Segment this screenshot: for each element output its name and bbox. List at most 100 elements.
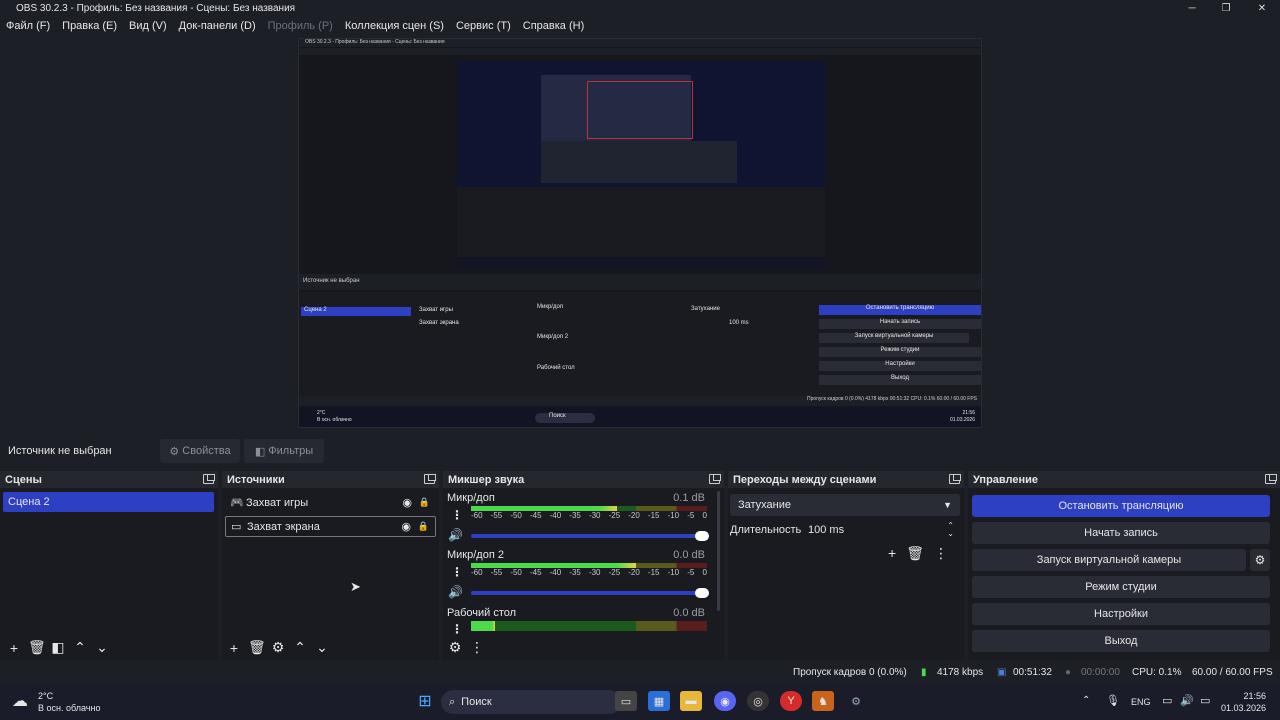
duration-spinbox[interactable]: 100 ms ⌃ ⌄ [802,519,960,541]
undock-icon[interactable] [424,474,436,484]
transition-select[interactable]: Затухание ▼ [730,494,960,516]
lock-icon[interactable]: 🔒 [418,521,429,532]
add-icon[interactable]: + [6,640,22,656]
move-down-icon[interactable]: ⌄ [314,639,330,656]
menu-edit[interactable]: Правка (E) [62,20,117,32]
trash-icon[interactable]: 🗑 [906,545,924,562]
gear-icon[interactable]: ⚙ [447,639,463,656]
mic-icon[interactable]: 🎙 [1106,694,1120,707]
meter-scale-tick: -35 [569,568,581,577]
settings-button[interactable]: Настройки [972,603,1270,625]
kebab-icon[interactable]: ⋮ [469,639,485,656]
exit-button[interactable]: Выход [972,630,1270,652]
lock-icon[interactable]: 🔒 [419,497,430,508]
meter-scale-tick: -45 [529,568,542,577]
undock-icon[interactable] [949,474,961,484]
virtual-camera-settings-icon[interactable]: ⚙ [1250,549,1270,571]
fps: 60.00 / 60.00 FPS [1192,667,1273,678]
volume-slider[interactable] [471,531,709,541]
signal-icon: ▮ [921,667,927,678]
game-icon[interactable]: ♞ [812,691,834,711]
cpu-usage: CPU: 0.1% [1132,667,1182,678]
close-icon[interactable]: ✕ [1245,0,1279,17]
volume-icon[interactable]: 🔊 [1180,694,1194,707]
kebab-icon[interactable]: ⋮ [451,565,463,579]
eye-icon[interactable]: ◉ [401,520,411,533]
menu-file[interactable]: Файл (F) [6,20,50,32]
tray-chevron-icon[interactable]: ⌃ [1082,695,1090,706]
meter-scale: -60 -55 -50 -45 -40 -35 -30 -25 -20 -15 -10 -5 0 [471,568,707,577]
slider-knob[interactable] [695,531,709,541]
clock[interactable]: 21:56 01.03.2026 [1221,690,1266,714]
move-down-icon[interactable]: ⌄ [94,639,110,656]
filters-button[interactable]: ◧ Фильтры [244,439,324,463]
undock-icon[interactable] [709,474,721,484]
undock-icon[interactable] [203,474,215,484]
speaker-icon[interactable]: 🔊 [448,585,463,599]
weather-widget[interactable]: 2°C В осн. облачно [38,690,100,714]
windows-start-icon[interactable]: ⊞ [414,691,436,711]
stream-icon: ▣ [997,667,1007,678]
nested-source-bar: Источник не выбран [299,274,981,290]
add-icon[interactable]: + [888,545,896,562]
filter-icon[interactable]: ◧ [50,639,66,656]
start-recording-button[interactable]: Начать запись [972,522,1270,544]
gear-icon[interactable]: ⚙ [270,639,286,656]
mixer-dock: Микшер звука Микр/доп 0.1 dB ⋮ -60 -55 -50… [443,471,724,660]
network-icon[interactable]: ▭ [1162,694,1172,707]
language-indicator[interactable]: ENG [1131,697,1151,707]
store-icon[interactable]: ▦ [648,691,670,711]
trash-icon[interactable]: 🗑 [28,639,46,656]
channel-db: 0.0 dB [673,607,705,619]
menu-help[interactable]: Справка (H) [523,20,584,32]
minimize-icon[interactable]: ─ [1175,0,1209,17]
studio-mode-button[interactable]: Режим студии [972,576,1270,598]
meter-scale-tick: -15 [647,511,660,520]
menu-view[interactable]: Вид (V) [129,20,167,32]
yandex-browser-icon[interactable]: Y [780,691,802,711]
trash-icon[interactable]: 🗑 [248,639,266,656]
spin-arrows-icon[interactable]: ⌃ ⌄ [947,522,954,538]
kebab-icon[interactable]: ⋮ [934,545,948,562]
properties-button[interactable]: ⚙ Свойства [160,439,240,463]
task-view-icon[interactable]: ▭ [615,691,637,711]
nested-dur: 100 ms [729,320,749,326]
scene-item[interactable]: Сцена 2 [3,492,214,512]
explorer-icon[interactable]: ▬ [680,691,702,711]
eye-icon[interactable]: ◉ [402,496,412,509]
menu-profile[interactable]: Профиль (P) [268,20,333,32]
transitions-toolbar: + 🗑 ⋮ [888,545,948,562]
nested-deep-taskbar [457,257,825,269]
taskbar-search[interactable]: ⌕ Поиск [441,690,621,714]
nested-btn5: Настройки [819,361,981,371]
obs-icon[interactable]: ◎ [747,691,769,711]
channel-name: Рабочий стол [447,607,517,619]
add-icon[interactable]: + [226,640,242,656]
move-up-icon[interactable]: ⌃ [292,639,308,656]
nested-date: 01.03.2026 [949,417,975,423]
kebab-icon[interactable]: ⋮ [451,622,463,636]
undock-icon[interactable] [1265,474,1277,484]
source-row[interactable]: ▭ Захват экрана ◉ 🔒 [225,516,436,537]
kebab-icon[interactable]: ⋮ [451,508,463,522]
volume-slider[interactable] [471,588,709,598]
start-virtual-camera-button[interactable]: Запуск виртуальной камеры [972,549,1246,571]
meter-scale-tick: -55 [490,568,503,577]
maximize-icon[interactable]: ❐ [1209,0,1243,17]
battery-icon[interactable]: ▭ [1200,694,1210,707]
menu-tools[interactable]: Сервис (T) [456,20,511,32]
mixer-channel: Рабочий стол 0.0 dB ⋮ [443,606,719,636]
menu-scene-collection[interactable]: Коллекция сцен (S) [345,20,444,32]
discord-icon[interactable]: ◉ [714,691,736,711]
nested-btn2: Начать запись [819,319,981,329]
nested-preview [457,61,825,269]
slider-knob[interactable] [695,588,709,598]
stop-streaming-button[interactable]: Остановить трансляцию [972,495,1270,517]
sources-dock: Источники 🎮 Захват игры ◉ 🔒 ▭ Захват экр… [222,471,439,660]
source-row[interactable]: 🎮 Захват игры ◉ 🔒 [225,492,436,513]
scrollbar[interactable] [717,491,720,611]
speaker-icon[interactable]: 🔊 [448,528,463,542]
menu-docks[interactable]: Док-панели (D) [179,20,256,32]
settings-icon[interactable]: ⚙ [845,691,867,711]
move-up-icon[interactable]: ⌃ [72,639,88,656]
